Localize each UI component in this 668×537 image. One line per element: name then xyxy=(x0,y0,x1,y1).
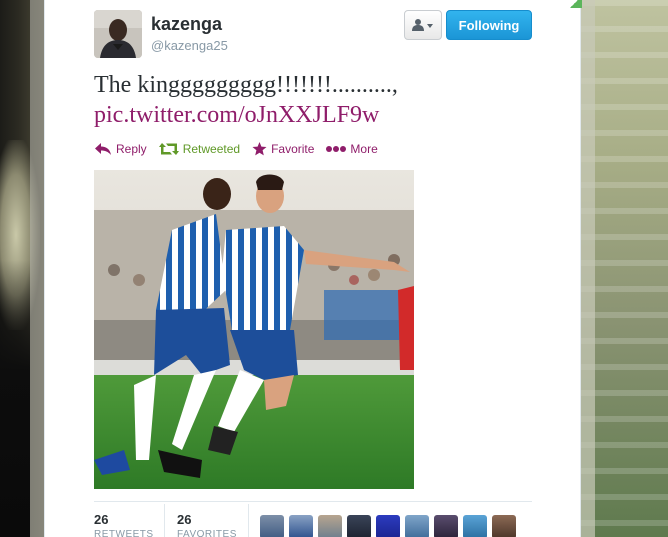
favoriter-avatar[interactable] xyxy=(405,515,429,537)
retweet-label: Retweeted xyxy=(182,142,241,156)
reply-icon xyxy=(95,143,111,155)
more-action[interactable]: More xyxy=(326,142,378,156)
favorites-count: 26 xyxy=(177,512,192,527)
user-handle[interactable]: @kazenga25 xyxy=(151,38,228,53)
favoriter-avatars xyxy=(260,515,516,537)
favoriter-avatar[interactable] xyxy=(434,515,458,537)
stats-divider xyxy=(94,501,532,502)
favoriter-avatar[interactable] xyxy=(318,515,342,537)
favoriter-avatar[interactable] xyxy=(347,515,371,537)
tweet-actions: Reply Retweeted Favorite More xyxy=(94,139,390,159)
avatar[interactable] xyxy=(94,10,142,58)
favorite-action[interactable]: Favorite xyxy=(252,142,314,156)
favoriter-avatar[interactable] xyxy=(376,515,400,537)
favorite-label: Favorite xyxy=(271,142,315,156)
retweet-action[interactable]: Retweeted xyxy=(158,142,241,156)
tweet-media-link[interactable]: pic.twitter.com/oJnXXJLF9w xyxy=(94,100,379,130)
tweet-photo[interactable] xyxy=(94,170,414,489)
user-actions-dropdown[interactable] xyxy=(404,10,442,40)
retweets-count: 26 xyxy=(94,512,109,527)
tweet-text: The kinggggggggg!!!!!!!.........., xyxy=(94,72,398,98)
page-gutter-left xyxy=(30,0,44,537)
favoriter-avatar[interactable] xyxy=(260,515,284,537)
stat-separator xyxy=(248,504,249,537)
favorites-stat[interactable]: 26 FAVORITES xyxy=(177,512,237,537)
favoriter-avatar[interactable] xyxy=(289,515,313,537)
star-icon xyxy=(252,142,267,156)
user-dropdown-icon xyxy=(412,19,433,31)
stat-separator xyxy=(164,504,165,537)
favoriter-avatar[interactable] xyxy=(492,515,516,537)
reply-action[interactable]: Reply xyxy=(94,142,147,156)
following-button[interactable]: Following xyxy=(446,10,532,40)
page-gutter-right xyxy=(581,0,595,537)
user-fullname[interactable]: kazenga xyxy=(151,14,222,35)
favoriter-avatar[interactable] xyxy=(463,515,487,537)
more-label: More xyxy=(350,142,378,156)
tweet-card: kazenga @kazenga25 Following The kingggg… xyxy=(44,0,581,537)
retweets-stat[interactable]: 26 RETWEETS xyxy=(94,512,154,537)
corner-ribbon xyxy=(566,0,582,8)
favorites-label: FAVORITES xyxy=(177,529,237,537)
reply-label: Reply xyxy=(116,142,147,156)
retweets-label: RETWEETS xyxy=(94,529,154,537)
retweet-icon xyxy=(158,143,179,155)
more-dots-icon xyxy=(326,146,347,152)
